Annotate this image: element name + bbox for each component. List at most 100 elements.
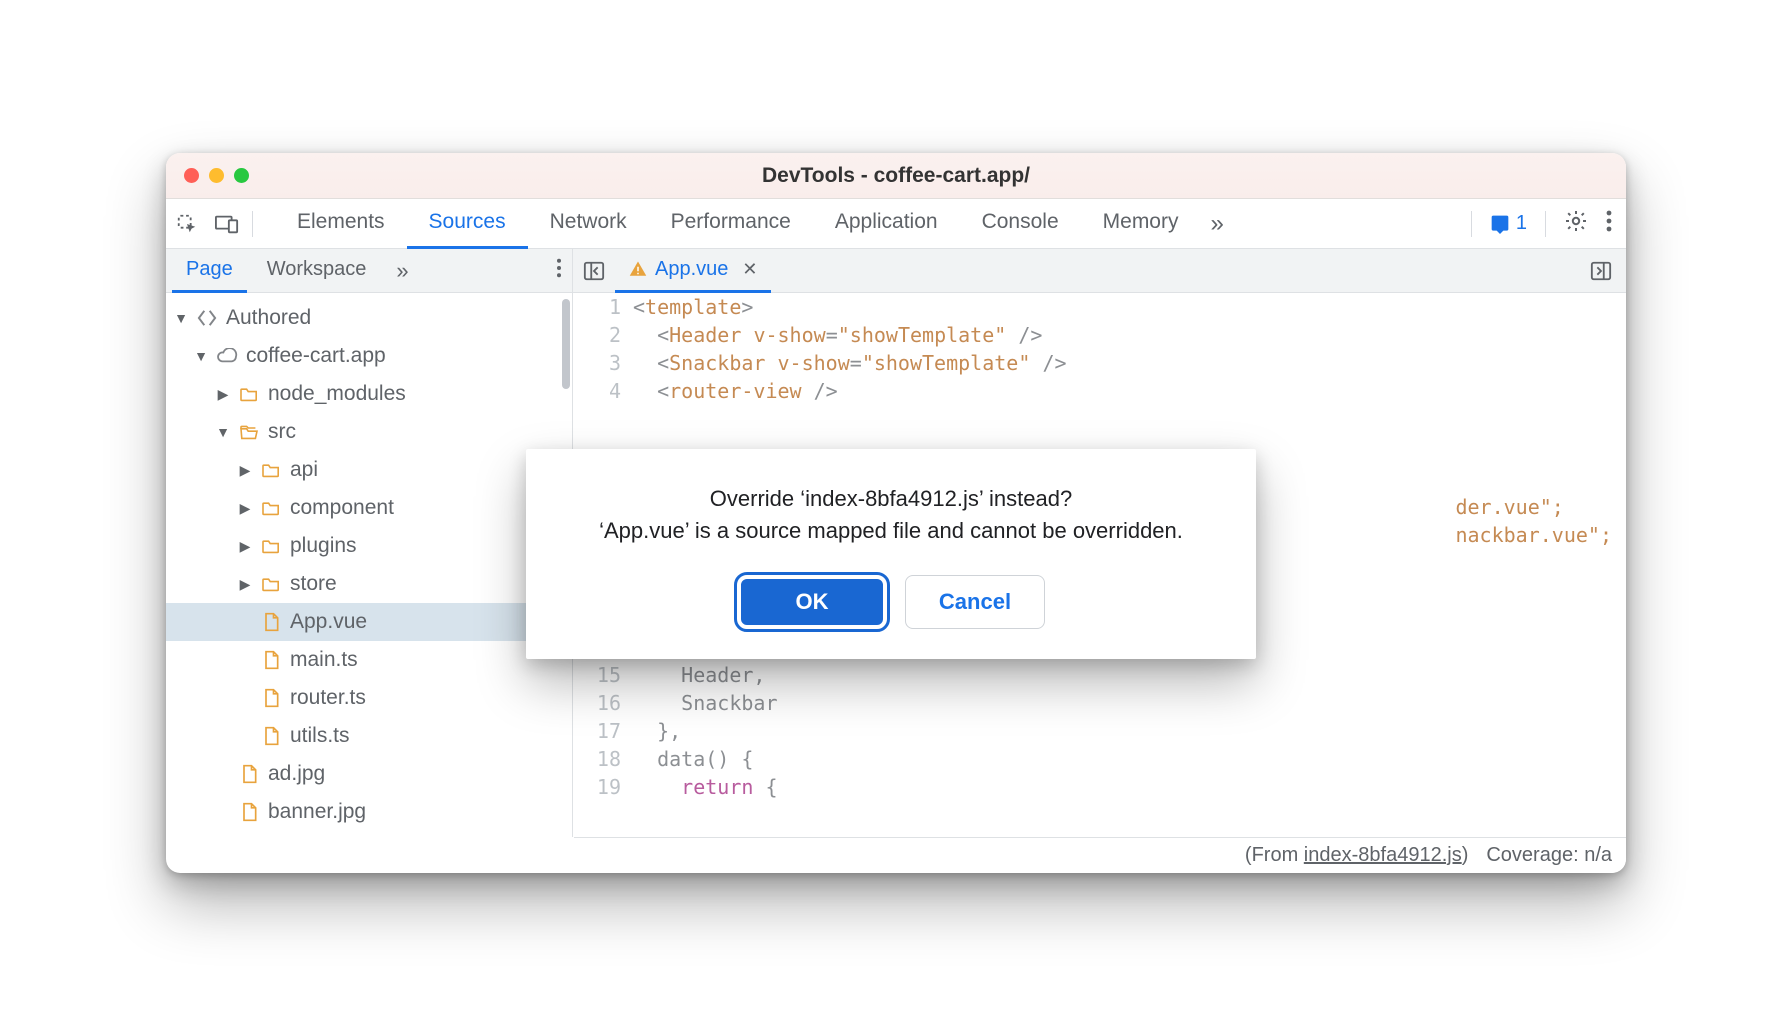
issues-count: 1 — [1516, 212, 1527, 235]
cloud-icon — [216, 348, 238, 364]
folder-open-icon — [238, 424, 260, 440]
file-icon — [260, 688, 282, 708]
code-line: <template> — [633, 293, 753, 321]
tab-console[interactable]: Console — [960, 199, 1081, 249]
tree-label: banner.jpg — [268, 800, 366, 824]
more-navigator-tabs-icon[interactable]: » — [386, 258, 418, 284]
code-line: data() { — [633, 745, 753, 773]
tab-sources[interactable]: Sources — [407, 199, 528, 249]
tree-folder-store[interactable]: ▶ store — [166, 565, 572, 603]
tree-file-ad-jpg[interactable]: ▶ ad.jpg — [166, 755, 572, 793]
tree-folder-node-modules[interactable]: ▶ node_modules — [166, 375, 572, 413]
tree-label: App.vue — [290, 610, 367, 634]
tree-label: router.ts — [290, 686, 366, 710]
code-line: return { — [633, 773, 778, 801]
toggle-navigator-icon[interactable] — [579, 256, 609, 286]
ok-button[interactable]: OK — [737, 575, 887, 629]
navigator-kebab-icon[interactable] — [556, 258, 562, 284]
file-icon — [260, 726, 282, 746]
code-peek: nackbar.vue"; — [1455, 521, 1612, 549]
minimize-window-icon[interactable] — [209, 168, 224, 183]
tree-label: coffee-cart.app — [246, 344, 386, 368]
close-window-icon[interactable] — [184, 168, 199, 183]
tree-label: store — [290, 572, 337, 596]
tree-label: Authored — [226, 306, 311, 330]
issues-button[interactable]: 1 — [1490, 212, 1527, 235]
tree-folder-plugins[interactable]: ▶ plugins — [166, 527, 572, 565]
tab-performance[interactable]: Performance — [649, 199, 813, 249]
panel-tabs: Elements Sources Network Performance App… — [275, 199, 1234, 249]
tree-label: ad.jpg — [268, 762, 325, 786]
folder-icon — [260, 576, 282, 592]
devtools-window: DevTools - coffee-cart.app/ Elements Sou… — [166, 153, 1626, 873]
coverage-status: Coverage: n/a — [1486, 844, 1612, 867]
tree-file-banner-jpg[interactable]: ▶ banner.jpg — [166, 793, 572, 831]
dialog-line-1: Override ‘index-8bfa4912.js’ instead? — [554, 483, 1228, 515]
code-peek: der.vue"; — [1455, 493, 1612, 521]
more-tabs-icon[interactable]: » — [1200, 210, 1233, 238]
code-line: }, — [633, 717, 681, 745]
gutter-ln: 17 — [577, 717, 633, 745]
cancel-button[interactable]: Cancel — [905, 575, 1045, 629]
folder-icon — [238, 386, 260, 402]
toggle-debugger-icon[interactable] — [1586, 256, 1616, 286]
tree-folder-api[interactable]: ▶ api — [166, 451, 572, 489]
gutter-ln: 16 — [577, 689, 633, 717]
kebab-menu-icon[interactable] — [1606, 210, 1612, 237]
folder-icon — [260, 500, 282, 516]
tree-label: src — [268, 420, 296, 444]
tree-root-authored[interactable]: ▼ Authored — [166, 299, 572, 337]
inspect-element-icon[interactable] — [172, 209, 202, 239]
tree-label: api — [290, 458, 318, 482]
folder-icon — [260, 462, 282, 478]
tree-folder-component[interactable]: ▶ component — [166, 489, 572, 527]
tree-file-router-ts[interactable]: ▶ router.ts — [166, 679, 572, 717]
tab-elements[interactable]: Elements — [275, 199, 407, 249]
file-tree: ▼ Authored ▼ coffee-cart.app ▶ — [166, 293, 573, 837]
file-tab-app-vue[interactable]: App.vue ✕ — [615, 249, 771, 293]
tree-origin[interactable]: ▼ coffee-cart.app — [166, 337, 572, 375]
navigator-tab-page[interactable]: Page — [172, 249, 247, 293]
gutter-ln: 15 — [577, 661, 633, 689]
folder-icon — [260, 538, 282, 554]
titlebar: DevTools - coffee-cart.app/ — [166, 153, 1626, 199]
tree-label: main.ts — [290, 648, 358, 672]
file-icon — [238, 764, 260, 784]
gutter-ln: 3 — [577, 349, 633, 377]
tree-file-utils-ts[interactable]: ▶ utils.ts — [166, 717, 572, 755]
gutter-ln: 4 — [577, 377, 633, 405]
code-line: <Snackbar v-show="showTemplate" /> — [633, 349, 1067, 377]
file-icon — [260, 612, 282, 632]
code-line: Snackbar — [633, 689, 778, 717]
code-brackets-icon — [196, 309, 218, 327]
gutter-ln: 18 — [577, 745, 633, 773]
sourcemap-link[interactable]: index-8bfa4912.js — [1304, 844, 1462, 866]
warning-icon — [629, 260, 647, 278]
tree-folder-src[interactable]: ▼ src — [166, 413, 572, 451]
tab-memory[interactable]: Memory — [1081, 199, 1201, 249]
gutter-ln: 2 — [577, 321, 633, 349]
gutter-ln: 19 — [577, 773, 633, 801]
tree-label: component — [290, 496, 394, 520]
scrollbar-thumb[interactable] — [562, 299, 570, 389]
status-bar: (From index-8bfa4912.js) Coverage: n/a — [574, 837, 1626, 873]
file-icon — [238, 802, 260, 822]
tree-file-app-vue[interactable]: ▶ App.vue — [166, 603, 572, 641]
toolbar-right: 1 — [1471, 209, 1612, 238]
devtools-toolbar: Elements Sources Network Performance App… — [166, 199, 1626, 249]
navigator-tabs: Page Workspace » — [166, 249, 573, 292]
navigator-tab-workspace[interactable]: Workspace — [253, 249, 381, 293]
maximize-window-icon[interactable] — [234, 168, 249, 183]
sourcemap-from: (From index-8bfa4912.js) — [1245, 844, 1468, 867]
close-file-tab-icon[interactable]: ✕ — [742, 259, 757, 280]
tab-network[interactable]: Network — [528, 199, 649, 249]
device-toolbar-icon[interactable] — [212, 209, 242, 239]
tree-file-main-ts[interactable]: ▶ main.ts — [166, 641, 572, 679]
tree-label: node_modules — [268, 382, 406, 406]
override-dialog: Override ‘index-8bfa4912.js’ instead? ‘A… — [526, 449, 1256, 659]
divider — [1471, 211, 1472, 237]
settings-icon[interactable] — [1564, 209, 1588, 238]
tree-label: plugins — [290, 534, 357, 558]
sources-subbar: Page Workspace » App.vue ✕ — [166, 249, 1626, 293]
tab-application[interactable]: Application — [813, 199, 960, 249]
